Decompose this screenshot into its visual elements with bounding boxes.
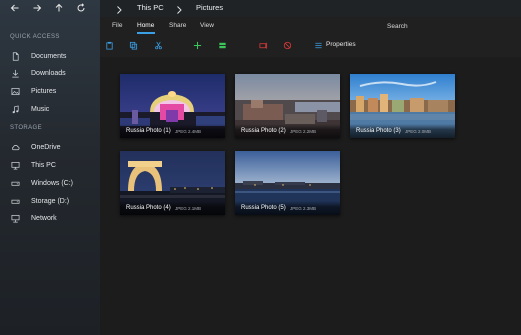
rename-icon [258, 42, 267, 49]
copy-button[interactable] [128, 40, 138, 50]
navigation-buttons [4, 1, 92, 15]
sidebar-item-label: Storage (D:) [31, 197, 70, 205]
properties-icon [314, 42, 322, 48]
chevron-right-icon [175, 2, 183, 14]
picture-icon [10, 86, 20, 96]
sidebar-item-documents[interactable]: Documents [0, 49, 100, 63]
file-item[interactable]: Russia Photo (4) JPEG 2.1MB [120, 151, 225, 215]
new-item-icon [193, 41, 201, 49]
file-item[interactable]: Russia Photo (1) JPEG 2.4MB [120, 74, 225, 138]
sidebar: QUICK ACCESS Documents Downloads Picture… [0, 0, 100, 335]
file-name: Russia Photo (1) [126, 128, 171, 134]
computer-icon [10, 160, 20, 170]
file-explorer-window: QUICK ACCESS Documents Downloads Picture… [0, 0, 521, 335]
file-item[interactable]: Russia Photo (3) JPEG 2.0MB [350, 74, 455, 138]
file-item[interactable]: Russia Photo (2) JPEG 2.2MB [235, 74, 340, 138]
document-icon [10, 51, 20, 61]
tab-share[interactable]: Share [169, 22, 186, 29]
arrow-up-icon [55, 3, 63, 12]
file-grid: Russia Photo (1) JPEG 2.4MB Russia Photo… [100, 57, 521, 335]
file-size: JPEG 2.4MB [175, 129, 202, 134]
active-tab-indicator [137, 32, 155, 34]
new-item-button[interactable] [192, 40, 202, 50]
rename-button[interactable] [258, 40, 268, 50]
refresh-icon [77, 3, 85, 12]
file-name: Russia Photo (2) [241, 128, 286, 134]
file-size: JPEG 2.0MB [405, 129, 432, 134]
sidebar-item-label: Pictures [31, 87, 57, 95]
drive-icon [10, 196, 20, 206]
cut-button[interactable] [153, 40, 163, 50]
paste-icon [105, 41, 113, 50]
tab-file[interactable]: File [112, 22, 122, 29]
file-size: JPEG 2.3MB [290, 206, 317, 211]
file-name: Russia Photo (3) [356, 128, 401, 134]
sidebar-item-label: OneDrive [31, 143, 61, 151]
sidebar-item-network[interactable]: Network [0, 211, 100, 225]
refresh-button[interactable] [70, 1, 92, 15]
cloud-icon [10, 142, 20, 152]
properties-label[interactable]: Properties [326, 41, 356, 48]
select-button[interactable] [217, 40, 227, 50]
sidebar-item-music[interactable]: Music [0, 102, 100, 116]
paste-button[interactable] [104, 40, 114, 50]
sidebar-item-pictures[interactable]: Pictures [0, 84, 100, 98]
up-button[interactable] [48, 1, 70, 15]
breadcrumb-this-pc[interactable]: This PC [137, 3, 164, 12]
delete-icon [283, 41, 291, 49]
breadcrumb-pictures[interactable]: Pictures [196, 3, 223, 12]
address-bar: This PC Pictures [100, 0, 521, 17]
back-button[interactable] [4, 1, 26, 15]
sidebar-item-label: This PC [31, 161, 56, 169]
search-input[interactable]: Search [387, 23, 408, 30]
sidebar-item-this-pc[interactable]: This PC [0, 158, 100, 172]
sidebar-item-storage-d[interactable]: Storage (D:) [0, 194, 100, 208]
network-icon [10, 213, 20, 223]
file-size: JPEG 2.2MB [290, 129, 317, 134]
file-size: JPEG 2.1MB [175, 206, 202, 211]
sidebar-item-label: Downloads [31, 69, 66, 77]
arrow-left-icon [10, 4, 19, 12]
storage-title: STORAGE [10, 125, 43, 131]
quick-access-title: QUICK ACCESS [10, 34, 60, 40]
sidebar-item-label: Network [31, 214, 57, 222]
properties-button[interactable] [313, 40, 323, 50]
sidebar-item-label: Windows (C:) [31, 179, 74, 187]
forward-button[interactable] [26, 1, 48, 15]
drive-icon [10, 178, 20, 188]
file-item[interactable]: Russia Photo (5) JPEG 2.3MB [235, 151, 340, 215]
file-name: Russia Photo (4) [126, 205, 171, 211]
cut-icon [154, 41, 162, 49]
sidebar-item-onedrive[interactable]: OneDrive [0, 140, 100, 154]
copy-icon [129, 41, 137, 50]
delete-button[interactable] [282, 40, 292, 50]
select-icon [218, 42, 226, 48]
sidebar-item-label: Documents [31, 52, 67, 60]
ribbon: File Home Share View Search Properties [100, 17, 521, 57]
file-name: Russia Photo (5) [241, 205, 286, 211]
sidebar-item-downloads[interactable]: Downloads [0, 66, 100, 80]
tab-view[interactable]: View [200, 22, 214, 29]
chevron-right-icon [115, 2, 123, 14]
arrow-right-icon [33, 4, 42, 12]
tab-home[interactable]: Home [137, 22, 154, 29]
sidebar-item-windows-c[interactable]: Windows (C:) [0, 176, 100, 190]
music-icon [10, 104, 20, 114]
download-icon [10, 68, 20, 78]
sidebar-item-label: Music [31, 105, 50, 113]
